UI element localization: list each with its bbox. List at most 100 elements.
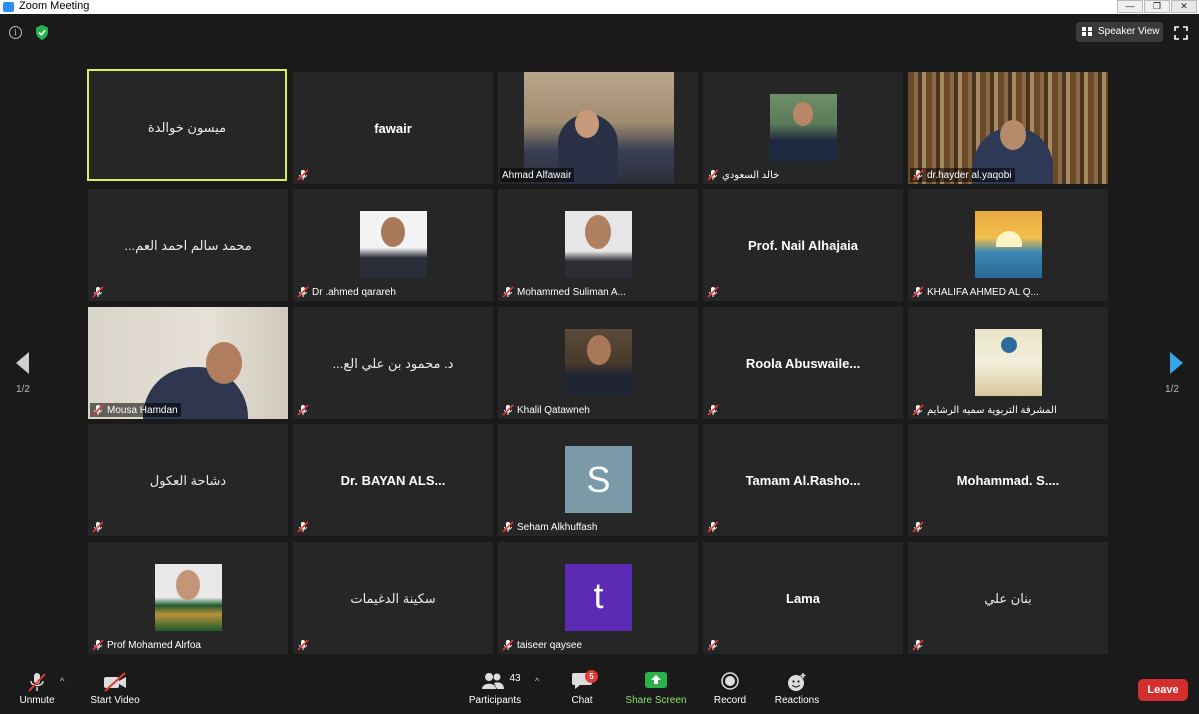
muted-mic-icon bbox=[912, 286, 924, 298]
participants-count: 43 bbox=[509, 673, 521, 684]
participant-name: fawair bbox=[374, 121, 412, 136]
participant-name: المشرفة التربوية سميه الرشايم bbox=[927, 404, 1057, 416]
title-bar: Zoom Meeting — ❐ ✕ bbox=[0, 0, 1199, 14]
muted-mic-icon bbox=[92, 639, 104, 651]
participant-tile[interactable]: Khalil Qatawneh bbox=[498, 307, 698, 419]
participant-tile[interactable]: Prof Mohamed Alrfoa bbox=[88, 542, 288, 654]
participant-tile[interactable]: ...د. محمود بن علي الع bbox=[293, 307, 493, 419]
participant-video-face bbox=[1000, 120, 1026, 150]
page-indicator-right: 1/2 bbox=[1165, 384, 1179, 395]
info-icon[interactable]: i bbox=[9, 26, 22, 39]
participant-name: دشاحة العكول bbox=[149, 473, 227, 488]
muted-mic-icon bbox=[502, 639, 514, 651]
start-video-label: Start Video bbox=[90, 695, 140, 706]
muted-mic-icon bbox=[92, 521, 104, 533]
participant-tile[interactable]: سكينة الدغيمات bbox=[293, 542, 493, 654]
zoom-app-icon bbox=[3, 2, 14, 12]
speaker-view-button[interactable]: Speaker View bbox=[1076, 22, 1163, 42]
participant-tile[interactable]: بنان علي bbox=[908, 542, 1108, 654]
fullscreen-icon[interactable] bbox=[1174, 26, 1188, 40]
participant-tile[interactable]: Mohammad. S.... bbox=[908, 424, 1108, 536]
audio-options-caret-icon[interactable]: ^ bbox=[60, 676, 64, 686]
participants-options-caret-icon[interactable]: ^ bbox=[535, 676, 539, 686]
participant-photo-face bbox=[176, 570, 200, 600]
participant-name: خالد السعودي bbox=[722, 169, 780, 181]
video-off-icon bbox=[104, 672, 126, 692]
participant-tile[interactable]: Roola Abuswaile... bbox=[703, 307, 903, 419]
participant-name: Prof. Nail Alhajaia bbox=[747, 238, 859, 253]
muted-mic-icon bbox=[297, 521, 309, 533]
participant-tile[interactable]: Lama bbox=[703, 542, 903, 654]
participant-tile[interactable]: Tamam Al.Rasho... bbox=[703, 424, 903, 536]
reactions-button[interactable]: Reactions bbox=[770, 662, 824, 710]
muted-mic-icon bbox=[297, 404, 309, 416]
participant-tile[interactable]: دشاحة العكول bbox=[88, 424, 288, 536]
participant-name: Dr .ahmed qarareh bbox=[312, 286, 396, 298]
participant-tile[interactable]: Mousa Hamdan bbox=[88, 307, 288, 419]
muted-mic-icon bbox=[912, 639, 924, 651]
chat-button[interactable]: 5 Chat bbox=[562, 662, 602, 710]
next-page-arrow-icon[interactable] bbox=[1169, 352, 1183, 374]
window-title: Zoom Meeting bbox=[19, 0, 90, 12]
participant-tile[interactable]: Mohammed Suliman A... bbox=[498, 189, 698, 301]
participant-tile[interactable]: dr.hayder al.yaqobi bbox=[908, 72, 1108, 184]
participant-name: ...د. محمود بن علي الع bbox=[332, 356, 454, 371]
participant-photo-face bbox=[587, 335, 611, 365]
minimize-button[interactable]: — bbox=[1117, 0, 1143, 13]
participant-tile[interactable]: Dr. BAYAN ALS... bbox=[293, 424, 493, 536]
share-screen-label: Share Screen bbox=[625, 695, 687, 706]
participant-video-face bbox=[575, 110, 599, 138]
participant-tile[interactable]: S Seham Alkhuffash bbox=[498, 424, 698, 536]
muted-mic-icon bbox=[912, 169, 924, 181]
participant-tile[interactable]: ...محمد سالم احمد العم bbox=[88, 189, 288, 301]
participant-photo-face bbox=[793, 102, 813, 126]
participant-tile[interactable]: Prof. Nail Alhajaia bbox=[703, 189, 903, 301]
participant-name: Khalil Qatawneh bbox=[517, 404, 590, 416]
reactions-label: Reactions bbox=[774, 695, 820, 706]
grid-icon bbox=[1082, 27, 1092, 36]
participant-tile[interactable]: ميسون خوالدة bbox=[87, 69, 287, 181]
participant-photo-emblem bbox=[1001, 337, 1017, 353]
participant-tile[interactable]: خالد السعودي bbox=[703, 72, 903, 184]
participants-button[interactable]: 43 Participants bbox=[465, 662, 525, 710]
participant-name: Prof Mohamed Alrfoa bbox=[107, 639, 201, 651]
speaker-view-label: Speaker View bbox=[1098, 26, 1160, 37]
participant-tile[interactable]: Dr .ahmed qarareh bbox=[293, 189, 493, 301]
muted-mic-icon bbox=[912, 404, 924, 416]
participant-tile[interactable]: fawair bbox=[293, 72, 493, 184]
muted-mic-icon bbox=[502, 404, 514, 416]
chat-unread-badge: 5 bbox=[585, 670, 598, 683]
previous-page-arrow-icon[interactable] bbox=[16, 352, 30, 374]
maximize-button[interactable]: ❐ bbox=[1144, 0, 1170, 13]
participant-photo-face bbox=[585, 215, 611, 249]
participant-tile[interactable]: KHALIFA AHMED AL Q... bbox=[908, 189, 1108, 301]
muted-mic-icon bbox=[502, 286, 514, 298]
participant-tile[interactable]: t taiseer qaysee bbox=[498, 542, 698, 654]
record-button[interactable]: Record bbox=[706, 662, 754, 710]
muted-mic-icon bbox=[707, 286, 719, 298]
close-button[interactable]: ✕ bbox=[1171, 0, 1197, 13]
participant-name: Mohammed Suliman A... bbox=[517, 286, 626, 298]
participant-tile[interactable]: Ahmad Alfawair bbox=[498, 72, 698, 184]
muted-mic-icon bbox=[297, 639, 309, 651]
participants-icon bbox=[482, 673, 504, 689]
muted-mic-icon bbox=[707, 404, 719, 416]
encryption-shield-icon[interactable] bbox=[35, 25, 49, 40]
leave-meeting-button[interactable]: Leave bbox=[1138, 679, 1188, 701]
share-screen-button[interactable]: Share Screen bbox=[622, 662, 690, 710]
start-video-button[interactable]: Start Video bbox=[84, 662, 146, 710]
participant-name: Tamam Al.Rasho... bbox=[745, 473, 861, 488]
chat-label: Chat bbox=[571, 695, 593, 706]
participant-name: Ahmad Alfawair bbox=[502, 169, 572, 181]
meeting-toolbar: Unmute ^ Start Video 43 Participants ^ 5… bbox=[0, 662, 1199, 714]
participant-name: ...محمد سالم احمد العم bbox=[124, 238, 252, 253]
muted-mic-icon bbox=[92, 286, 104, 298]
participant-tile[interactable]: المشرفة التربوية سميه الرشايم bbox=[908, 307, 1108, 419]
muted-mic-icon bbox=[707, 639, 719, 651]
participant-name: Mousa Hamdan bbox=[107, 404, 178, 416]
record-icon bbox=[721, 672, 739, 690]
muted-mic-icon bbox=[92, 404, 104, 416]
record-label: Record bbox=[713, 695, 747, 706]
muted-mic-icon bbox=[297, 286, 309, 298]
unmute-button[interactable]: Unmute bbox=[12, 662, 62, 710]
